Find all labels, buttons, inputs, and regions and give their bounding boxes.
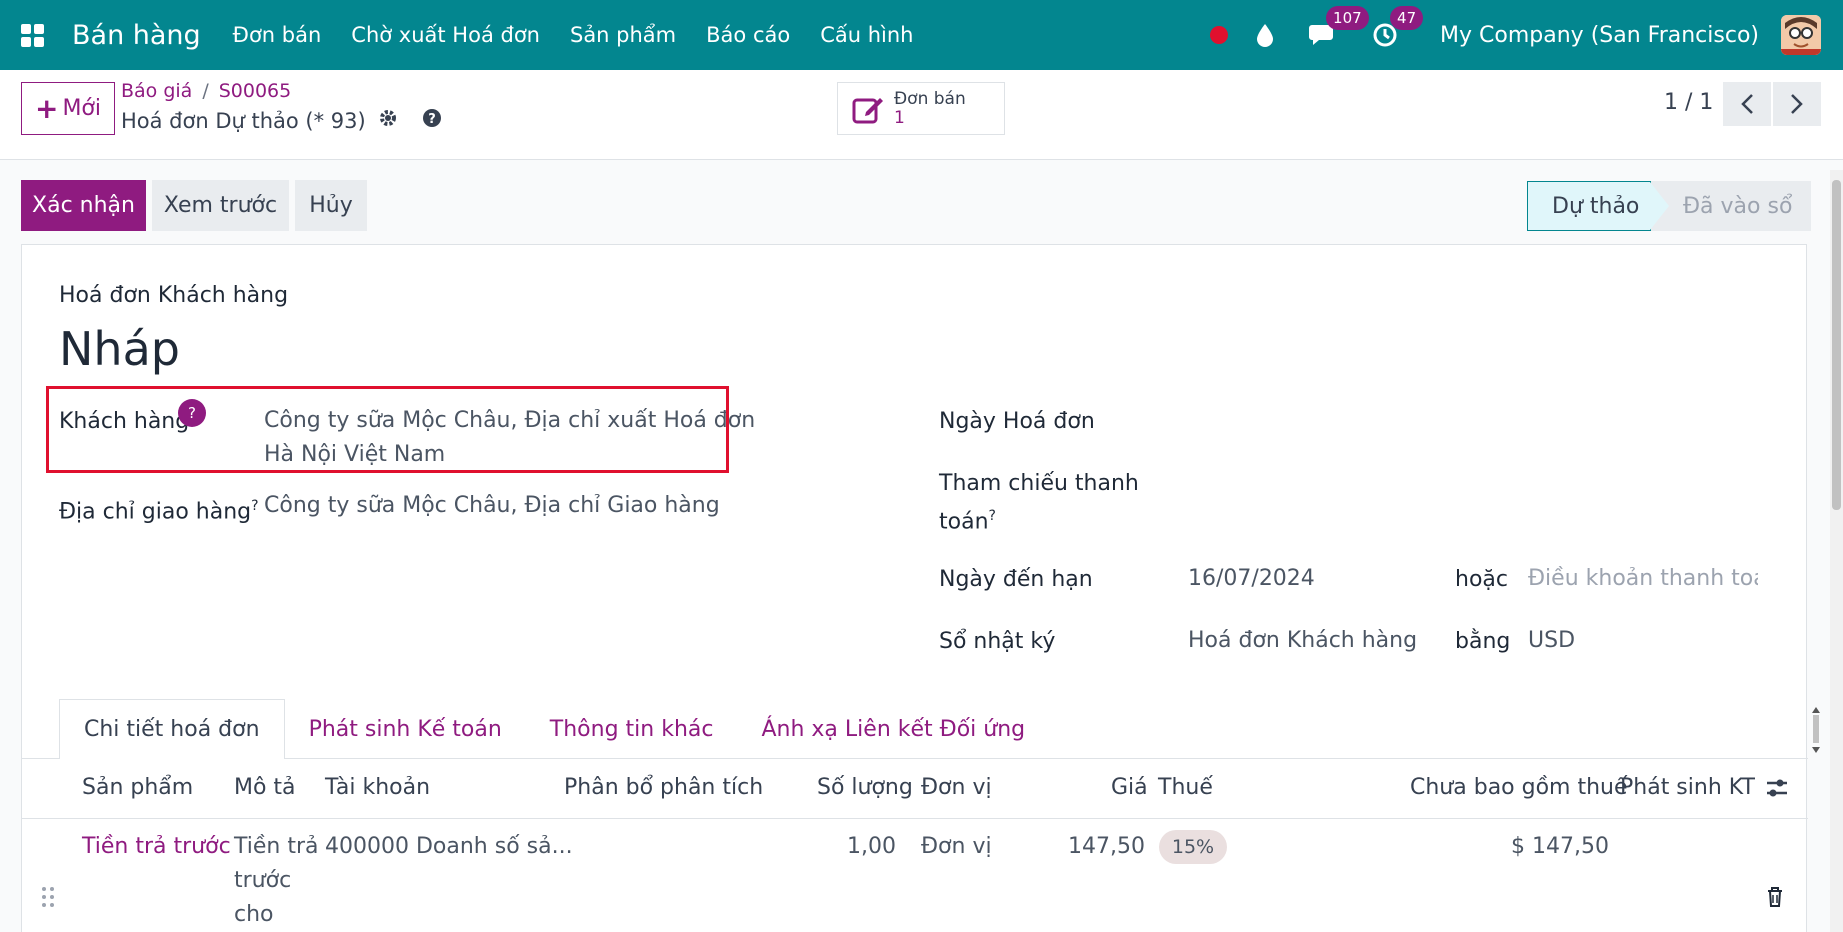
new-button-label: Mới: [62, 96, 102, 121]
row-price[interactable]: 147,50: [1055, 830, 1145, 864]
status-draft[interactable]: Dự thảo: [1527, 181, 1671, 231]
payment-reference-label-text: toán: [939, 509, 989, 535]
drag-handle-icon[interactable]: [41, 885, 55, 919]
activities-icon[interactable]: 47: [1372, 6, 1424, 48]
col-analytic[interactable]: Phân bổ phân tích: [564, 775, 763, 800]
apps-menu-icon[interactable]: [0, 0, 64, 70]
menu-to-invoice[interactable]: Chờ xuất Hoá đơn: [351, 23, 540, 47]
control-panel: + Mới Báo giá / S00065 Hoá đơn Dự thảo (* …: [0, 70, 1843, 160]
svg-text:?: ?: [428, 112, 436, 127]
column-settings-icon[interactable]: [1765, 777, 1789, 805]
payment-reference-help-icon[interactable]: ?: [989, 508, 996, 524]
row-description-line2[interactable]: trước: [234, 864, 291, 898]
row-product[interactable]: Tiền trả trước: [82, 830, 231, 864]
table-header-divider: [22, 818, 1808, 819]
tab-journal-items[interactable]: Phát sinh Kế toán: [285, 699, 526, 759]
sale-order-smart-button[interactable]: Đơn bán 1: [837, 82, 1005, 135]
col-accounting[interactable]: Phát sinh KT: [1620, 775, 1755, 800]
due-date-label: Ngày đến hạn: [939, 567, 1093, 592]
cancel-button[interactable]: Hủy: [295, 180, 367, 231]
smart-button-title: Đơn bán: [894, 88, 966, 109]
edit-icon: [852, 97, 883, 123]
col-quantity[interactable]: Số lượng: [817, 775, 913, 800]
delivery-address-label-text: Địa chỉ giao hàng: [59, 499, 252, 525]
due-date-value[interactable]: 16/07/2024: [1188, 562, 1315, 596]
pager-previous-button[interactable]: [1723, 82, 1771, 126]
page-scrollbar[interactable]: [1830, 170, 1843, 932]
messages-icon[interactable]: 107: [1308, 6, 1369, 48]
plus-icon: +: [34, 91, 59, 125]
document-type: Hoá đơn Khách hàng: [59, 283, 289, 308]
or-label: hoặc: [1455, 567, 1508, 592]
breadcrumb-quotations[interactable]: Báo giá: [121, 80, 192, 102]
pager-value: 1 / 1: [1664, 90, 1714, 115]
col-taxes[interactable]: Thuế: [1158, 775, 1213, 800]
col-product[interactable]: Sản phẩm: [82, 775, 193, 800]
row-account[interactable]: 400000 Doanh số sả...: [325, 830, 573, 864]
col-account[interactable]: Tài khoản: [325, 775, 430, 800]
confirm-button[interactable]: Xác nhận: [21, 180, 146, 231]
delivery-address-value[interactable]: Công ty sữa Mộc Châu, Địa chỉ Giao hàng: [264, 489, 720, 523]
record-title-row: Hoá đơn Dự thảo (* 93) ?: [121, 108, 442, 133]
currency-value[interactable]: USD: [1528, 624, 1575, 658]
status-bar: Dự thảo Đã vào sổ: [1527, 181, 1811, 231]
pager-next-button[interactable]: [1773, 82, 1821, 126]
invoice-date-label: Ngày Hoá đơn: [939, 409, 1095, 434]
notebook-tabs: Chi tiết hoá đơn Phát sinh Kế toán Thông…: [59, 699, 1049, 759]
recording-icon[interactable]: [1210, 26, 1229, 44]
top-navbar: Bán hàng Đơn bán Chờ xuất Hoá đơn Sản ph…: [0, 0, 1843, 70]
activities-badge: 47: [1390, 6, 1424, 30]
journal-value[interactable]: Hoá đơn Khách hàng: [1188, 624, 1417, 658]
row-quantity[interactable]: 1,00: [816, 830, 896, 864]
chevron-right-icon: [1791, 94, 1803, 114]
menu-reporting[interactable]: Báo cáo: [706, 23, 790, 47]
delivery-help-icon[interactable]: ?: [251, 498, 258, 514]
row-subtotal: $ 147,50: [1511, 834, 1609, 859]
journal-label: Sổ nhật ký: [939, 629, 1056, 654]
app-name[interactable]: Bán hàng: [72, 20, 201, 51]
record-title: Hoá đơn Dự thảo (* 93): [121, 108, 366, 133]
document-name: Nháp: [59, 322, 180, 376]
highlight-box: [46, 386, 729, 473]
row-description-line1[interactable]: Tiền trả: [234, 830, 319, 864]
breadcrumb: Báo giá / S00065: [121, 80, 292, 102]
gear-icon[interactable]: [378, 108, 398, 133]
row-description-line3[interactable]: cho: [234, 898, 274, 932]
col-uom[interactable]: Đơn vị: [921, 775, 992, 800]
menu-configuration[interactable]: Cấu hình: [820, 23, 913, 47]
chevron-left-icon: [1741, 94, 1753, 114]
tab-counterpart-mapping[interactable]: Ánh xạ Liên kết Đối ứng: [737, 699, 1049, 759]
form-sheet: Hoá đơn Khách hàng Nháp Khách hàng ? Côn…: [21, 244, 1820, 932]
new-button[interactable]: + Mới: [21, 82, 115, 135]
payment-reference-label-line1: Tham chiếu thanh: [939, 471, 1139, 496]
smart-button-count: 1: [894, 107, 905, 128]
drop-icon[interactable]: [1256, 23, 1274, 47]
status-posted[interactable]: Đã vào sổ: [1651, 181, 1811, 231]
delete-row-icon[interactable]: [1766, 885, 1784, 919]
payment-reference-label-line2: toán?: [939, 500, 996, 538]
delivery-address-label: Địa chỉ giao hàng?: [59, 490, 259, 528]
row-uom[interactable]: Đơn vị: [921, 830, 992, 864]
menu-products[interactable]: Sản phẩm: [570, 23, 676, 47]
preview-button[interactable]: Xem trước: [152, 180, 289, 231]
col-price[interactable]: Giá: [1111, 775, 1148, 800]
menu-orders[interactable]: Đơn bán: [233, 23, 322, 47]
help-icon[interactable]: ?: [422, 108, 442, 133]
breadcrumb-order[interactable]: S00065: [219, 80, 292, 102]
currency-label: bằng: [1455, 629, 1511, 654]
tabs-scrollbar[interactable]: [1810, 705, 1822, 755]
messages-badge: 107: [1326, 6, 1369, 30]
tab-invoice-lines[interactable]: Chi tiết hoá đơn: [59, 699, 285, 759]
avatar[interactable]: [1781, 15, 1821, 55]
payment-terms-field[interactable]: Điều khoản thanh toán: [1528, 562, 1758, 596]
col-subtotal[interactable]: Chưa bao gồm thuế: [1410, 775, 1628, 800]
company-switcher[interactable]: My Company (San Francisco): [1440, 23, 1759, 48]
row-tax-badge[interactable]: 15%: [1159, 830, 1227, 864]
col-description[interactable]: Mô tả: [234, 775, 296, 800]
tab-other-info[interactable]: Thông tin khác: [526, 699, 738, 759]
